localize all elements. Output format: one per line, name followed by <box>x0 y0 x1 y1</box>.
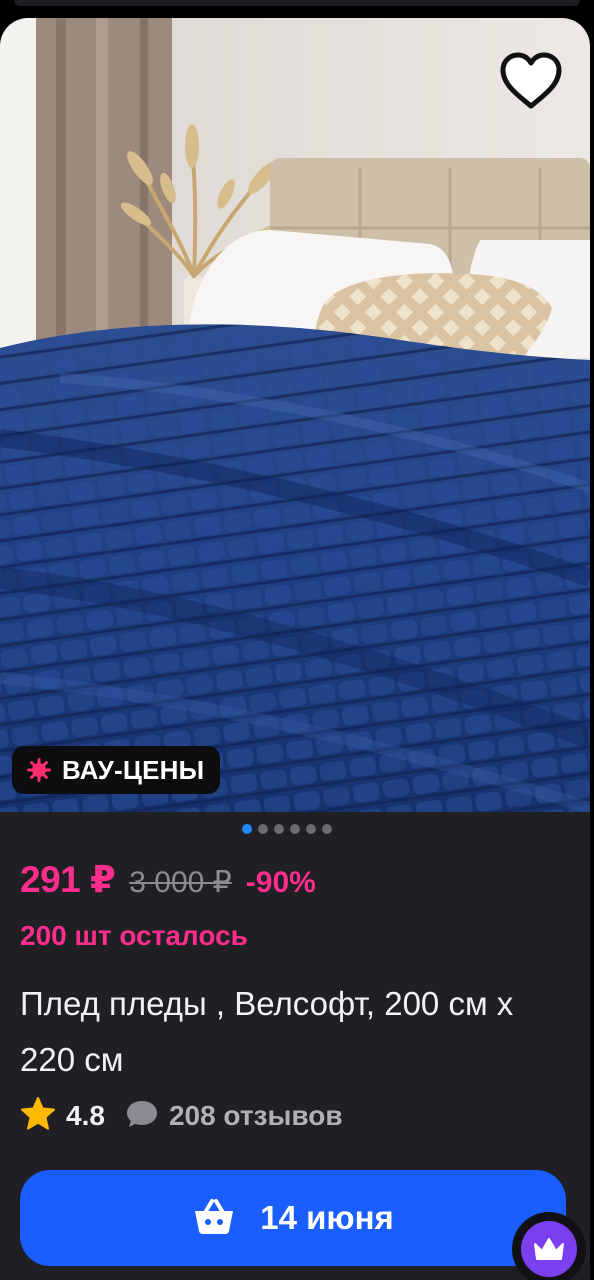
pager-dot[interactable] <box>242 824 252 834</box>
price-row: 291 ₽ 3 000 ₽ -90% <box>20 858 316 904</box>
promo-badge-label: ВАУ-ЦЕНЫ <box>62 754 205 785</box>
chat-bubble-icon <box>125 1098 159 1135</box>
pager-dot[interactable] <box>322 824 332 834</box>
stock-remaining: 200 шт осталось <box>20 920 248 951</box>
star-icon <box>20 1096 56 1137</box>
previous-card-edge <box>14 0 580 6</box>
rating-row[interactable]: 4.8 208 отзывов <box>20 1096 343 1136</box>
product-card[interactable]: ВАУ-ЦЕНЫ 291 ₽ 3 000 ₽ -90% 200 шт остал… <box>0 18 590 1280</box>
product-image[interactable]: ВАУ-ЦЕНЫ <box>0 18 590 812</box>
basket-icon <box>192 1197 236 1240</box>
product-title[interactable]: Плед пледы , Велсофт, 200 см х 220 см <box>20 976 560 1088</box>
delivery-date-label: 14 июня <box>260 1199 394 1236</box>
add-to-cart-button[interactable]: 14 июня <box>20 1170 566 1266</box>
old-price: 3 000 ₽ <box>129 866 232 899</box>
discount-percent: -90% <box>245 866 316 899</box>
crown-icon <box>521 1221 577 1277</box>
sparkle-icon <box>26 757 52 783</box>
rating-value: 4.8 <box>66 1100 105 1131</box>
pager-dot[interactable] <box>290 824 300 834</box>
pager-dot[interactable] <box>274 824 284 834</box>
blanket-photo <box>0 18 590 812</box>
promo-badge: ВАУ-ЦЕНЫ <box>12 746 221 794</box>
premium-button[interactable] <box>512 1212 586 1280</box>
current-price: 291 ₽ <box>20 859 116 900</box>
favorite-button[interactable] <box>494 48 568 114</box>
pager-dot[interactable] <box>258 824 268 834</box>
pager-dot[interactable] <box>306 824 316 834</box>
reviews-count: 208 отзывов <box>168 1100 343 1131</box>
image-pager[interactable] <box>242 824 332 834</box>
heart-icon <box>498 51 564 111</box>
